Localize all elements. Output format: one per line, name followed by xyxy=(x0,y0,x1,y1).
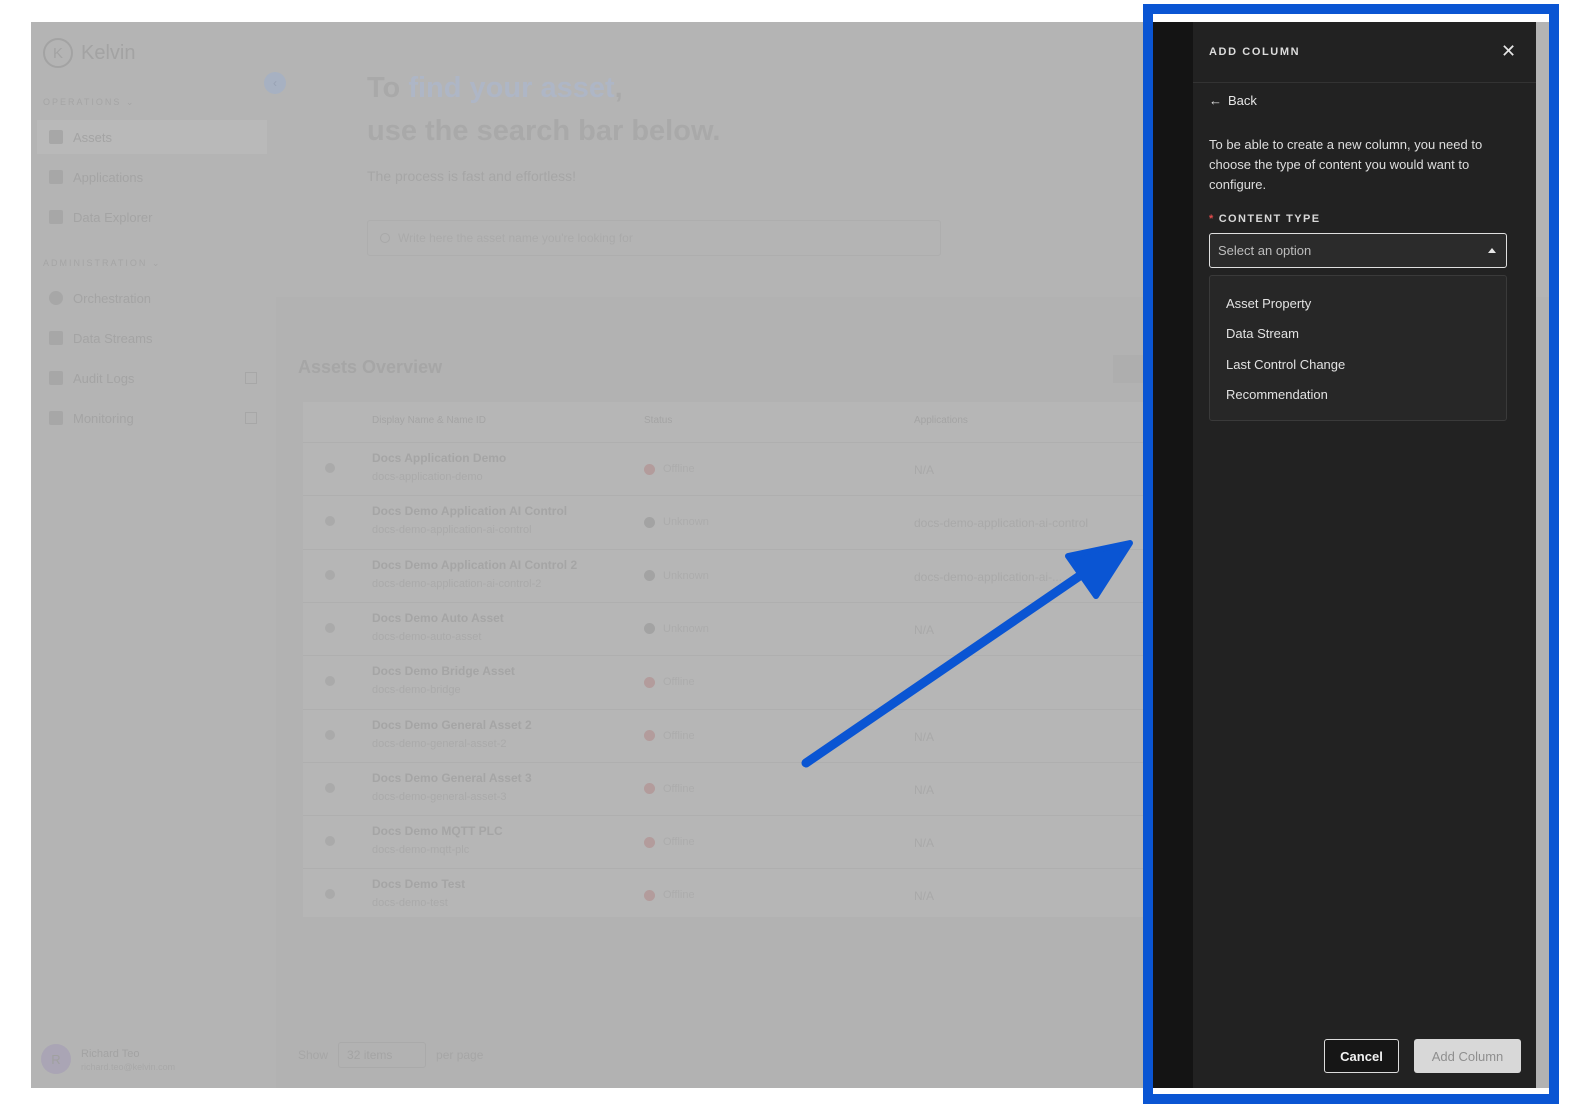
annotation-highlight-frame xyxy=(1143,4,1559,1104)
screenshot-stage: K Kelvin ‹ OPERATIONS ⌄ Assets Applicati… xyxy=(0,0,1580,1120)
